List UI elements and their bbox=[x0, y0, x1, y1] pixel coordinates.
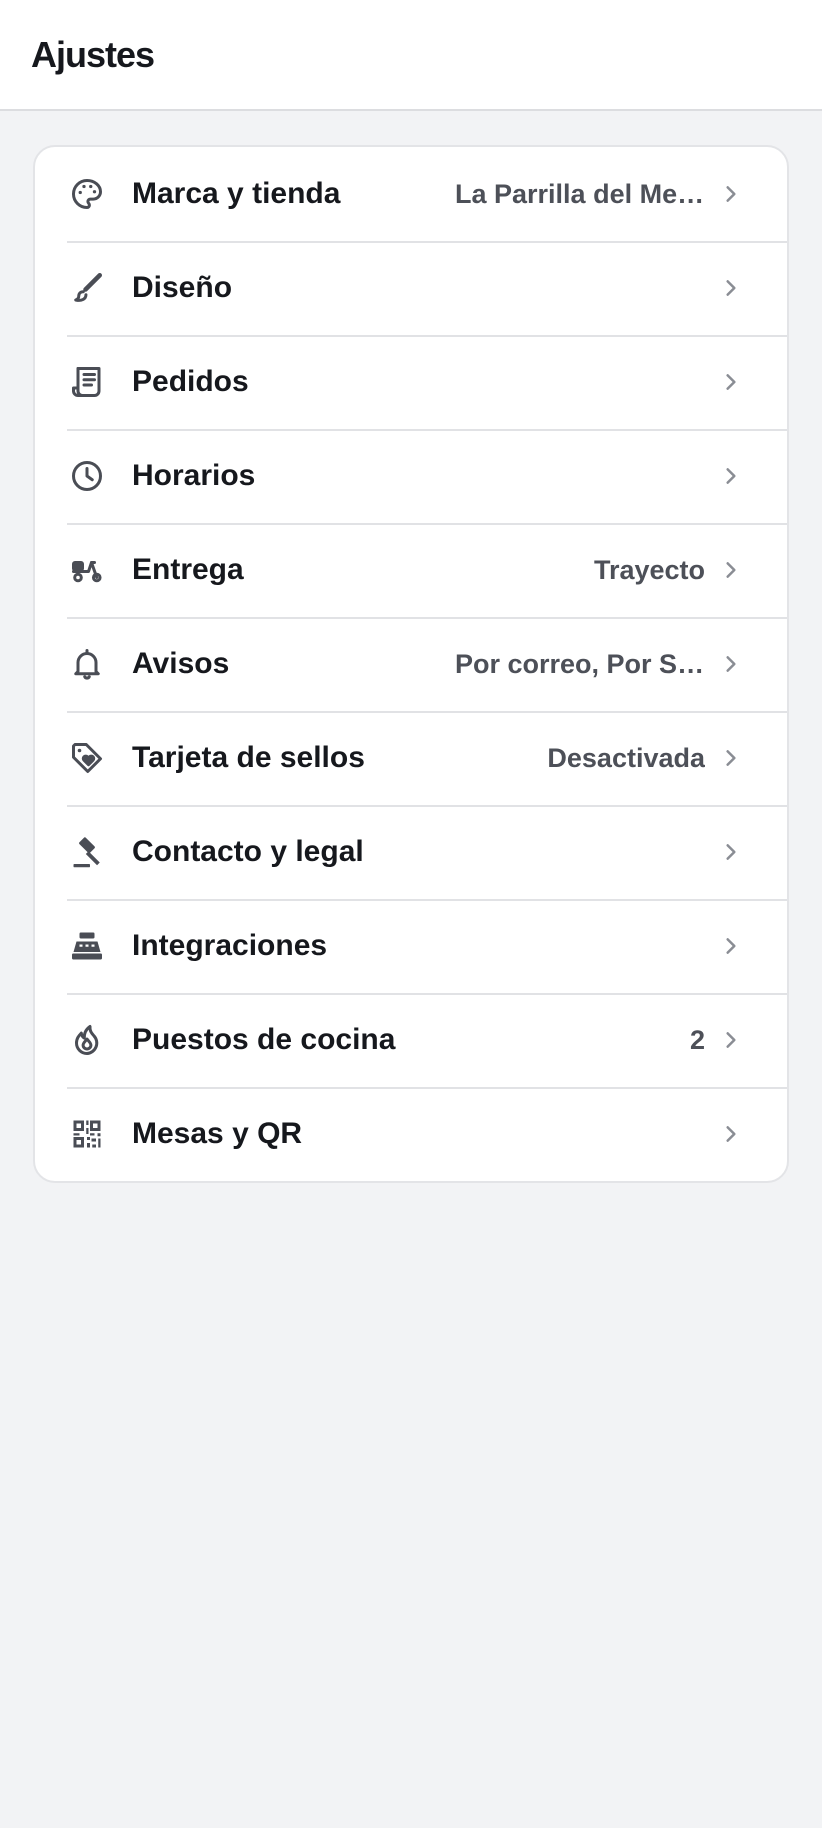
settings-item-integrations[interactable]: Integraciones bbox=[35, 899, 787, 993]
settings-item-label: Mesas y QR bbox=[132, 1117, 303, 1150]
settings-list: Marca y tienda La Parrilla del Merc… Dis… bbox=[33, 145, 789, 1183]
chevron-right-icon bbox=[719, 276, 743, 300]
cash-register-icon bbox=[67, 926, 107, 966]
chevron-right-icon bbox=[719, 182, 743, 206]
app-header: Ajustes bbox=[0, 0, 822, 111]
chevron-right-icon bbox=[719, 370, 743, 394]
settings-item-value: Desactivada bbox=[547, 742, 705, 773]
chevron-right-icon bbox=[719, 840, 743, 864]
settings-item-delivery[interactable]: Entrega Trayecto bbox=[35, 523, 787, 617]
settings-item-design[interactable]: Diseño bbox=[35, 241, 787, 335]
clock-icon bbox=[67, 456, 107, 496]
settings-item-label: Diseño bbox=[132, 271, 233, 304]
palette-icon bbox=[67, 174, 107, 214]
tag-heart-icon bbox=[67, 738, 107, 778]
chevron-right-icon bbox=[719, 934, 743, 958]
settings-item-label: Horarios bbox=[132, 459, 256, 492]
settings-item-stamp-card[interactable]: Tarjeta de sellos Desactivada bbox=[35, 711, 787, 805]
settings-item-value: La Parrilla del Merc… bbox=[455, 178, 705, 209]
settings-item-label: Tarjeta de sellos bbox=[132, 741, 365, 774]
chevron-right-icon bbox=[719, 1028, 743, 1052]
flame-icon bbox=[67, 1020, 107, 1060]
settings-item-value: Trayecto bbox=[593, 554, 705, 585]
settings-item-orders[interactable]: Pedidos bbox=[35, 335, 787, 429]
settings-item-hours[interactable]: Horarios bbox=[35, 429, 787, 523]
settings-item-label: Entrega bbox=[132, 553, 244, 586]
scooter-icon bbox=[67, 550, 107, 590]
settings-item-label: Puestos de cocina bbox=[132, 1023, 396, 1056]
gavel-icon bbox=[67, 832, 107, 872]
settings-item-value: Por correo, Por SMS bbox=[455, 648, 705, 679]
page-title: Ajustes bbox=[31, 33, 155, 75]
settings-item-contact-legal[interactable]: Contacto y legal bbox=[35, 805, 787, 899]
receipt-icon bbox=[67, 362, 107, 402]
bell-icon bbox=[67, 644, 107, 684]
settings-item-label: Marca y tienda bbox=[132, 177, 341, 210]
chevron-right-icon bbox=[719, 746, 743, 770]
settings-item-label: Integraciones bbox=[132, 929, 328, 962]
settings-item-label: Avisos bbox=[132, 647, 230, 680]
brush-icon bbox=[67, 268, 107, 308]
qr-code-icon bbox=[67, 1114, 107, 1154]
settings-item-label: Contacto y legal bbox=[132, 835, 364, 868]
settings-item-value: 2 bbox=[689, 1024, 705, 1055]
chevron-right-icon bbox=[719, 652, 743, 676]
settings-item-tables-qr[interactable]: Mesas y QR bbox=[35, 1087, 787, 1181]
chevron-right-icon bbox=[719, 464, 743, 488]
settings-item-label: Pedidos bbox=[132, 365, 249, 398]
settings-item-notifications[interactable]: Avisos Por correo, Por SMS bbox=[35, 617, 787, 711]
chevron-right-icon bbox=[719, 1122, 743, 1146]
settings-item-kitchen-stations[interactable]: Puestos de cocina 2 bbox=[35, 993, 787, 1087]
settings-item-brand[interactable]: Marca y tienda La Parrilla del Merc… bbox=[35, 147, 787, 241]
chevron-right-icon bbox=[719, 558, 743, 582]
